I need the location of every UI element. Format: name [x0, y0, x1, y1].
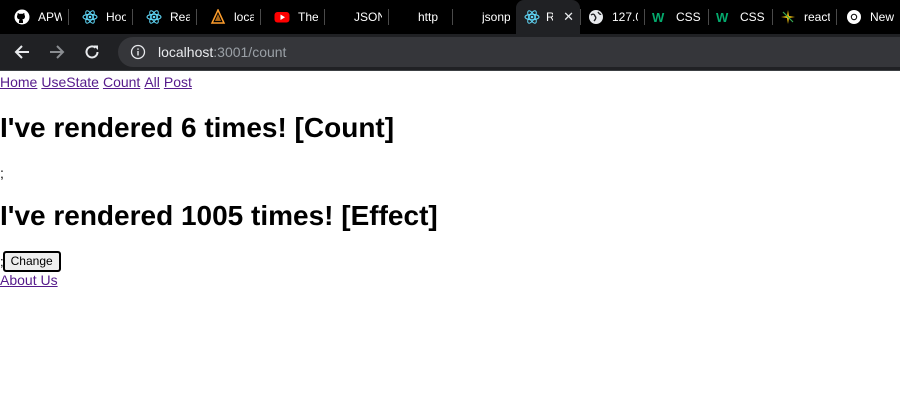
- react-icon: [524, 9, 540, 25]
- tab-label: CSS: [676, 10, 701, 24]
- tab-react-search[interactable]: react: [772, 0, 836, 34]
- tab-label: The: [298, 10, 318, 24]
- address-bar[interactable]: localhost:3001/count: [118, 37, 900, 67]
- info-icon[interactable]: [130, 44, 146, 60]
- tab-hooks[interactable]: Hool: [68, 0, 132, 34]
- tab-new[interactable]: New: [836, 0, 900, 34]
- url-host: localhost: [158, 44, 214, 60]
- close-icon[interactable]: ✕: [563, 9, 574, 25]
- tab-github[interactable]: APW: [0, 0, 68, 34]
- url-text: localhost:3001/count: [158, 44, 286, 60]
- svg-text:W: W: [716, 10, 729, 25]
- spark-icon: [780, 9, 796, 25]
- tab-label: New: [870, 10, 894, 24]
- url-path: :3001/count: [213, 44, 287, 60]
- tab-react[interactable]: Reac: [132, 0, 196, 34]
- tab-label: CSS: [740, 10, 765, 24]
- w3schools-icon: W: [652, 9, 668, 25]
- tab-label: JSON: [354, 10, 382, 24]
- globe-icon: [588, 9, 604, 25]
- heading-effect-renders: I've rendered 1005 times! [Effect]: [0, 200, 438, 231]
- youtube-icon: [274, 9, 290, 25]
- reload-icon[interactable]: [76, 36, 108, 68]
- forward-arrow-icon[interactable]: [41, 36, 73, 68]
- react-icon: [82, 9, 98, 25]
- tab-label: Reac: [170, 10, 190, 24]
- tab-json[interactable]: JSON: [324, 0, 388, 34]
- heading-count-renders: I've rendered 6 times! [Count]: [0, 112, 395, 143]
- chrome-icon: [846, 9, 862, 25]
- tab-active-react[interactable]: R ✕: [516, 0, 580, 34]
- react-icon: [146, 9, 162, 25]
- tab-label: jsonp: [482, 10, 510, 24]
- change-button[interactable]: Change: [2, 250, 61, 272]
- tab-label: http: [418, 10, 439, 24]
- tab-label: R: [546, 10, 554, 24]
- nav-link-all[interactable]: All: [144, 74, 160, 90]
- page-content: Home UseState Count All Post I've render…: [0, 71, 900, 288]
- tab-label: local: [234, 10, 254, 24]
- semicolon-text: ;: [0, 165, 4, 181]
- nav-link-count[interactable]: Count: [103, 74, 140, 90]
- vite-icon: [210, 9, 226, 25]
- tab-strip: APW Hool Reac local The JSON http jsonp: [0, 0, 900, 34]
- about-us-link[interactable]: About Us: [0, 272, 900, 288]
- back-arrow-icon[interactable]: [6, 36, 38, 68]
- tab-label: 127.0: [612, 10, 638, 24]
- tab-label: Hool: [106, 10, 126, 24]
- tab-youtube[interactable]: The: [260, 0, 324, 34]
- tab-jsonp[interactable]: jsonp: [452, 0, 516, 34]
- browser-toolbar: localhost:3001/count: [0, 34, 900, 71]
- w3schools-icon: W: [716, 9, 732, 25]
- github-icon: [14, 9, 30, 25]
- tab-css-2[interactable]: W CSS: [708, 0, 772, 34]
- tab-http[interactable]: http: [388, 0, 452, 34]
- nav-links: Home UseState Count All Post: [0, 71, 900, 93]
- change-row: ; Change: [0, 250, 900, 272]
- nav-link-post[interactable]: Post: [164, 74, 192, 90]
- tab-label: APW: [38, 10, 62, 24]
- tab-css-1[interactable]: W CSS: [644, 0, 708, 34]
- nav-link-home[interactable]: Home: [0, 74, 37, 90]
- tab-127[interactable]: 127.0: [580, 0, 644, 34]
- tab-local[interactable]: local: [196, 0, 260, 34]
- nav-link-usestate[interactable]: UseState: [41, 74, 99, 90]
- tab-label: react: [804, 10, 830, 24]
- svg-text:W: W: [652, 10, 665, 25]
